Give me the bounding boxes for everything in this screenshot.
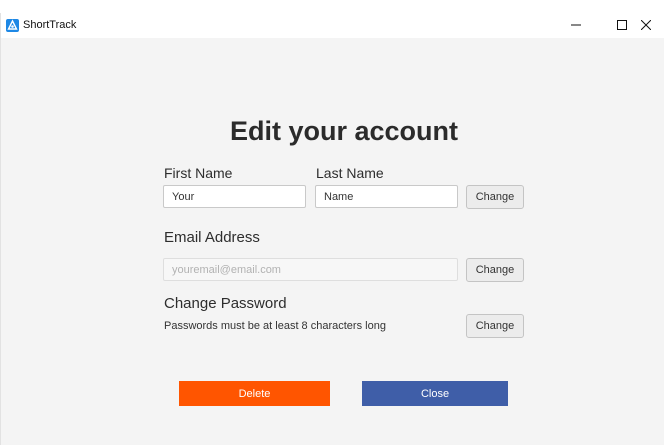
maximize-icon: [617, 17, 627, 35]
password-help-text: Passwords must be at least 8 characters …: [164, 320, 386, 332]
email-input[interactable]: [163, 258, 458, 281]
title-bar[interactable]: ShortTrack: [1, 13, 664, 38]
change-password-button[interactable]: Change: [466, 314, 524, 338]
minimize-button[interactable]: [553, 13, 599, 38]
close-icon: [640, 17, 652, 35]
close-button[interactable]: Close: [362, 381, 508, 406]
delete-button[interactable]: Delete: [179, 381, 330, 406]
page-title: Edit your account: [229, 116, 459, 146]
close-window-button[interactable]: [627, 13, 664, 38]
last-name-label: Last Name: [316, 165, 384, 181]
email-label: Email Address: [164, 229, 260, 246]
minimize-icon: [571, 17, 581, 35]
app-window: ShortTrack Edit your account First Name …: [0, 13, 664, 445]
change-name-button[interactable]: Change: [466, 185, 524, 209]
change-email-button[interactable]: Change: [466, 258, 524, 282]
change-password-label: Change Password: [164, 295, 287, 312]
first-name-label: First Name: [164, 165, 233, 181]
last-name-input[interactable]: [315, 185, 458, 208]
window-title: ShortTrack: [23, 19, 77, 31]
first-name-input[interactable]: [163, 185, 306, 208]
app-logo-icon: [6, 19, 19, 32]
